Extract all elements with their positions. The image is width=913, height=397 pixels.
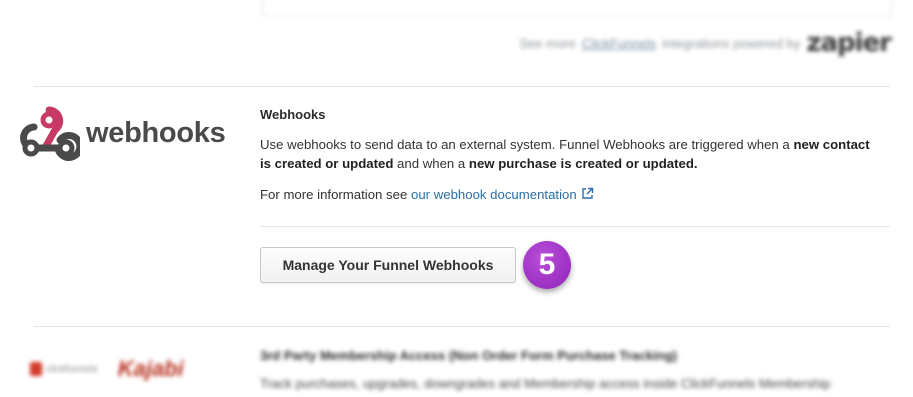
manage-funnel-webhooks-button[interactable]: Manage Your Funnel Webhooks — [260, 247, 516, 283]
webhooks-description: Use webhooks to send data to an external… — [260, 135, 870, 173]
webhook-documentation-link[interactable]: our webhook documentation — [411, 187, 577, 202]
more-info: For more information see our webhook doc… — [260, 187, 594, 203]
zapier-panel — [262, 0, 892, 17]
section-inner-divider — [260, 226, 890, 227]
zapier-logo: zapier — [806, 28, 892, 58]
membership-logos: clickfunnels Kajabi — [30, 356, 184, 382]
desc-bold-2: new purchase is created or updated. — [468, 156, 698, 171]
zapier-suffix: integrations powered by — [662, 35, 801, 51]
membership-title: 3rd Party Membership Access (Non Order F… — [260, 348, 678, 363]
webhooks-icon — [20, 106, 80, 161]
clickfunnels-link[interactable]: ClickFunnels — [582, 36, 656, 51]
webhooks-title: Webhooks — [260, 107, 326, 122]
external-link-icon[interactable] — [581, 187, 594, 203]
kajabi-logo: Kajabi — [117, 356, 184, 381]
webhooks-logo-text: webhooks — [86, 116, 226, 149]
webhooks-logo: webhooks — [18, 104, 226, 162]
desc-text-2: and when a — [393, 156, 469, 171]
clickfunnels-logo: clickfunnels — [30, 362, 98, 376]
membership-description: Track purchases, upgrades, downgrades an… — [260, 376, 831, 391]
section-divider-bottom — [34, 326, 890, 327]
zapier-credit: See more ClickFunnels integrations power… — [520, 28, 892, 58]
zapier-prefix: See more — [519, 35, 576, 51]
step-number-badge: 5 — [523, 241, 571, 289]
desc-text-1: Use webhooks to send data to an external… — [260, 137, 794, 152]
section-divider — [34, 86, 890, 87]
more-info-prefix: For more information see — [260, 187, 411, 202]
